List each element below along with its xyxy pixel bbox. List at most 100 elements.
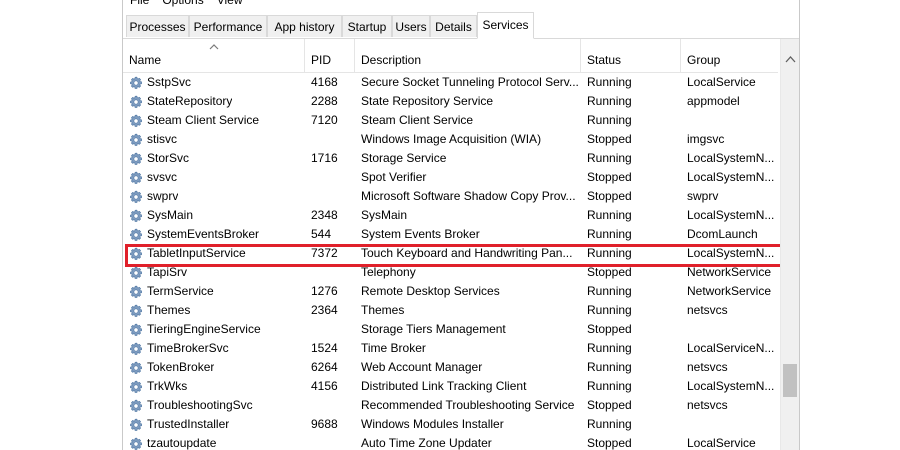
gear-icon bbox=[129, 133, 143, 147]
menu-view[interactable]: View bbox=[210, 0, 249, 8]
cell-name: SystemEventsBroker bbox=[129, 225, 307, 244]
service-name: TermService bbox=[147, 284, 214, 298]
cell-name: TroubleshootingSvc bbox=[129, 396, 307, 415]
cell-status: Running bbox=[587, 227, 632, 241]
cell-name: TimeBrokerSvc bbox=[129, 339, 307, 358]
cell-pid: 2288 bbox=[311, 94, 338, 108]
cell-pid: 1716 bbox=[311, 151, 338, 165]
service-name: SystemEventsBroker bbox=[147, 227, 260, 241]
sort-ascending-icon bbox=[209, 44, 219, 50]
cell-status: Running bbox=[587, 379, 632, 393]
gear-icon bbox=[129, 437, 143, 450]
table-row[interactable]: tzautoupdate Auto Time Zone Updater Stoppe… bbox=[123, 434, 778, 450]
services-table: Name PID Description Status Group SstpSv… bbox=[123, 39, 799, 450]
cell-description: Spot Verifier bbox=[361, 170, 427, 184]
table-row-selected[interactable]: TabletInputService 7372 Touch Keyboard and… bbox=[123, 244, 784, 267]
column-header-description[interactable]: Description bbox=[355, 39, 581, 72]
gear-icon bbox=[129, 361, 143, 375]
tab-startup[interactable]: Startup bbox=[342, 15, 392, 37]
gear-icon bbox=[129, 209, 143, 223]
tab-strip: Processes Performance App history Startu… bbox=[123, 12, 799, 39]
tab-performance[interactable]: Performance bbox=[189, 15, 267, 37]
cell-description: Time Broker bbox=[361, 341, 426, 355]
cell-group: LocalServiceN... bbox=[687, 341, 775, 355]
column-header-name[interactable]: Name bbox=[123, 39, 305, 72]
cell-description: Windows Modules Installer bbox=[361, 417, 504, 431]
table-row[interactable]: Steam Client Service 7120 Steam Client Ser… bbox=[123, 111, 778, 130]
scrollbar-thumb[interactable] bbox=[783, 364, 797, 397]
tab-services[interactable]: Services bbox=[477, 12, 534, 39]
table-row[interactable]: StorSvc 1716 Storage Service Running LocalSy… bbox=[123, 149, 778, 168]
cell-pid: 1276 bbox=[311, 284, 338, 298]
cell-pid: 4156 bbox=[311, 379, 338, 393]
cell-description: Remote Desktop Services bbox=[361, 284, 500, 298]
table-row[interactable]: TimeBrokerSvc 1524 Time Broker Running Local… bbox=[123, 339, 778, 358]
service-name: TokenBroker bbox=[147, 360, 215, 374]
table-row[interactable]: SstpSvc 4168 Secure Socket Tunneling Proto… bbox=[123, 73, 778, 92]
gear-icon bbox=[129, 418, 143, 432]
gear-icon bbox=[129, 114, 143, 128]
cell-status: Stopped bbox=[587, 322, 632, 336]
table-row[interactable]: svsvc Spot Verifier Stopped LocalSystemN... bbox=[123, 168, 778, 187]
cell-group: NetworkService bbox=[687, 284, 772, 298]
table-row[interactable]: TieringEngineService Storage Tiers Manage… bbox=[123, 320, 778, 339]
gear-icon bbox=[129, 380, 143, 394]
cell-status: Running bbox=[587, 303, 632, 317]
cell-status: Running bbox=[587, 151, 632, 165]
cell-status: Running bbox=[587, 113, 632, 127]
cell-pid bbox=[311, 168, 357, 187]
cell-pid: 544 bbox=[311, 227, 332, 241]
cell-group: LocalSystemN... bbox=[687, 151, 775, 165]
service-name: stisvc bbox=[147, 132, 177, 146]
cell-description: System Events Broker bbox=[361, 227, 480, 241]
table-row[interactable]: TapiSrv Telephony Stopped NetworkService bbox=[123, 263, 778, 282]
cell-description: Secure Socket Tunneling Protocol Serv... bbox=[361, 75, 579, 89]
cell-pid bbox=[311, 263, 357, 282]
cell-pid bbox=[311, 396, 357, 415]
menu-options[interactable]: Options bbox=[155, 0, 209, 8]
cell-group: LocalService bbox=[687, 75, 756, 89]
cell-status: Stopped bbox=[587, 265, 632, 279]
cell-description: Telephony bbox=[361, 265, 416, 279]
tab-processes[interactable]: Processes bbox=[126, 15, 189, 37]
table-row[interactable]: StateRepository 2288 State Repository Serv… bbox=[123, 92, 778, 111]
column-header-status[interactable]: Status bbox=[581, 39, 681, 72]
scroll-up-arrow-icon[interactable] bbox=[781, 51, 800, 68]
service-name: StorSvc bbox=[147, 151, 190, 165]
cell-name: swprv bbox=[129, 187, 307, 206]
gear-icon bbox=[129, 190, 143, 204]
cell-description: SysMain bbox=[361, 208, 408, 222]
table-row[interactable]: SysMain 2348 SysMain Running LocalSystemN... bbox=[123, 206, 778, 225]
service-name: StateRepository bbox=[147, 94, 233, 108]
table-row[interactable]: swprv Microsoft Software Shadow Copy Prov… bbox=[123, 187, 778, 206]
service-name: Themes bbox=[147, 303, 191, 317]
table-row[interactable]: Themes 2364 Themes Running netsvcs bbox=[123, 301, 778, 320]
column-header-pid[interactable]: PID bbox=[305, 39, 355, 72]
table-row[interactable]: TrkWks 4156 Distributed Link Tracking Clie… bbox=[123, 377, 778, 396]
menu-file[interactable]: File bbox=[123, 0, 155, 8]
vertical-scrollbar[interactable] bbox=[780, 39, 800, 450]
cell-pid bbox=[311, 130, 357, 149]
cell-status: Stopped bbox=[587, 436, 632, 450]
cell-pid: 1524 bbox=[311, 341, 338, 355]
table-row[interactable]: stisvc Windows Image Acquisition (WIA) Sto… bbox=[123, 130, 778, 149]
service-name: TapiSrv bbox=[147, 265, 188, 279]
table-row[interactable]: SystemEventsBroker 544 System Events Broke… bbox=[123, 225, 778, 244]
cell-group: netsvcs bbox=[687, 360, 728, 374]
cell-pid bbox=[311, 434, 357, 450]
cell-description: Distributed Link Tracking Client bbox=[361, 379, 527, 393]
cell-description: Steam Client Service bbox=[361, 113, 474, 127]
table-row[interactable]: TrustedInstaller 9688 Windows Modules Inst… bbox=[123, 415, 778, 434]
table-row[interactable]: TermService 1276 Remote Desktop Services Ru… bbox=[123, 282, 778, 301]
gear-icon bbox=[129, 323, 143, 337]
cell-description: Auto Time Zone Updater bbox=[361, 436, 492, 450]
cell-description: Recommended Troubleshooting Service bbox=[361, 398, 575, 412]
tab-details[interactable]: Details bbox=[430, 15, 477, 37]
tab-app-history[interactable]: App history bbox=[267, 15, 342, 37]
cell-status: Stopped bbox=[587, 170, 632, 184]
table-row[interactable]: TroubleshootingSvc Recommended Troublesho… bbox=[123, 396, 778, 415]
cell-description: Windows Image Acquisition (WIA) bbox=[361, 132, 542, 146]
tab-users[interactable]: Users bbox=[392, 15, 430, 37]
column-header-group[interactable]: Group bbox=[681, 39, 778, 72]
table-row[interactable]: TokenBroker 6264 Web Account Manager Runnin… bbox=[123, 358, 778, 377]
